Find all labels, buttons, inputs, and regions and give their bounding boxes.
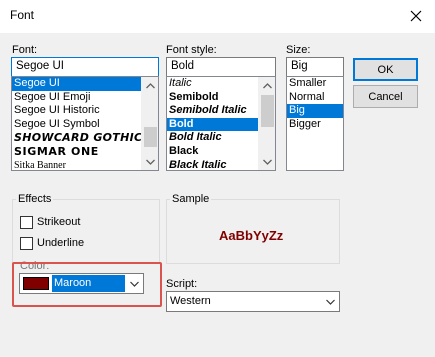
chevron-up-icon[interactable] xyxy=(259,77,275,94)
font-style-item[interactable]: Semibold xyxy=(167,91,258,105)
effects-label: Effects xyxy=(16,193,54,205)
font-style-item[interactable]: Black Italic xyxy=(167,159,258,170)
font-list-item[interactable]: SHOWCARD GOTHIC xyxy=(12,131,141,145)
window-title: Font xyxy=(10,8,35,22)
font-list-item[interactable]: SIGMAR ONE xyxy=(12,145,141,159)
strikeout-label[interactable]: Strikeout xyxy=(37,216,80,228)
font-list-item[interactable]: Segoe UI xyxy=(12,77,141,91)
underline-checkbox[interactable] xyxy=(20,237,33,250)
font-name-input[interactable]: Segoe UI xyxy=(11,57,159,77)
chevron-down-icon[interactable] xyxy=(142,153,158,170)
font-list[interactable]: Segoe UI Segoe UI Emoji Segoe UI Histori… xyxy=(11,76,159,171)
font-style-item[interactable]: Bold xyxy=(167,117,258,132)
chevron-down-icon[interactable] xyxy=(259,153,275,170)
font-list-item[interactable]: Sitka Banner xyxy=(12,159,141,170)
font-list-item[interactable]: Segoe UI Historic xyxy=(12,104,141,118)
font-style-input[interactable]: Bold xyxy=(166,57,276,77)
size-item[interactable]: Bigger xyxy=(287,118,343,132)
font-style-item[interactable]: Bold Italic xyxy=(167,131,258,145)
cancel-button[interactable]: Cancel xyxy=(353,85,418,108)
font-list-scrollbar[interactable] xyxy=(141,77,158,170)
highlight-box xyxy=(12,262,162,307)
effects-group xyxy=(12,199,160,264)
size-input[interactable]: Big xyxy=(286,57,344,77)
script-label: Script: xyxy=(166,278,198,290)
font-style-item[interactable]: Semibold Italic xyxy=(167,104,258,118)
font-style-list[interactable]: Italic Semibold Semibold Italic Bold Bol… xyxy=(166,76,276,171)
ok-button[interactable]: OK xyxy=(353,58,418,81)
size-item[interactable]: Big xyxy=(287,104,343,118)
scroll-thumb[interactable] xyxy=(261,95,274,127)
size-list[interactable]: Smaller Normal Big Bigger xyxy=(286,76,344,171)
font-style-label: Font style: xyxy=(166,44,217,56)
sample-label: Sample xyxy=(170,193,212,205)
underline-label[interactable]: Underline xyxy=(37,237,84,249)
scroll-thumb[interactable] xyxy=(144,127,157,147)
size-item[interactable]: Normal xyxy=(287,91,343,105)
chevron-up-icon[interactable] xyxy=(142,77,158,94)
font-style-scrollbar[interactable] xyxy=(258,77,275,170)
chevron-down-icon[interactable] xyxy=(322,292,339,311)
font-label: Font: xyxy=(12,44,38,56)
font-style-item[interactable]: Italic xyxy=(167,77,258,91)
script-value: Western xyxy=(170,295,211,307)
size-label: Size: xyxy=(286,44,311,56)
font-list-item[interactable]: Segoe UI Symbol xyxy=(12,118,141,132)
font-list-item[interactable]: Segoe UI Emoji xyxy=(12,91,141,105)
title-bar: Font xyxy=(0,0,435,33)
strikeout-checkbox[interactable] xyxy=(20,216,33,229)
size-item[interactable]: Smaller xyxy=(287,77,343,91)
script-dropdown[interactable]: Western xyxy=(166,291,340,312)
sample-preview: AaBbYyZz xyxy=(219,228,284,243)
close-icon[interactable] xyxy=(403,4,429,28)
font-style-item[interactable]: Black xyxy=(167,145,258,159)
